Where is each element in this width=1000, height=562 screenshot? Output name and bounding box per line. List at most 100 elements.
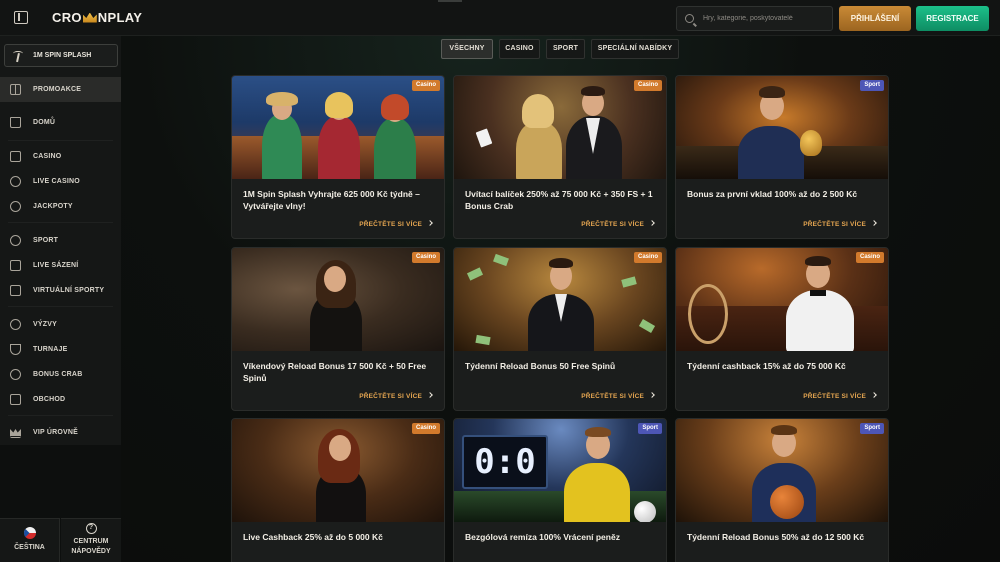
promo-card[interactable]: Casino 1M Spin Splash Vyhrajte 625 000 K… [231, 75, 445, 239]
header-indicator [438, 0, 462, 2]
spade-icon [10, 176, 21, 187]
filter-casino[interactable]: CASINO [499, 39, 540, 59]
sidebar-item-turnaje[interactable]: TURNAJE [0, 337, 121, 362]
read-more-label: PŘEČTĚTE SI VÍCE [359, 393, 422, 400]
promo-card[interactable]: 0:0 Sport Bezgólová remíza 100% Vrácení … [453, 418, 667, 562]
promo-card[interactable]: Sport Týdenní Reload Bonus 50% až do 12 … [675, 418, 889, 562]
sidebar-item-label: VIP ÚROVNĚ [33, 429, 79, 436]
read-more-link[interactable]: PŘEČTĚTE SI VÍCE [803, 220, 877, 228]
read-more-label: PŘEČTĚTE SI VÍCE [581, 393, 644, 400]
promo-image [454, 248, 666, 351]
read-more-link[interactable]: PŘEČTĚTE SI VÍCE [581, 392, 655, 400]
crab-icon [10, 369, 21, 380]
read-more-link[interactable]: PŘEČTĚTE SI VÍCE [359, 220, 433, 228]
category-badge: Sport [638, 423, 662, 434]
promo-card[interactable]: Casino Uvítací balíček 250% až 75 000 Kč… [453, 75, 667, 239]
read-more-label: PŘEČTĚTE SI VÍCE [803, 221, 866, 228]
sidebar-item-sport[interactable]: SPORT [0, 228, 121, 253]
filter-special-offers[interactable]: SPECIÁLNÍ NABÍDKY [591, 39, 679, 59]
category-badge: Casino [411, 252, 440, 263]
filter-sport[interactable]: SPORT [546, 39, 585, 59]
language-label: ČEŠTINA [14, 544, 45, 551]
category-badge: Casino [633, 252, 662, 263]
promo-image [676, 76, 888, 179]
sidebar-item-vyzvy[interactable]: VÝZVY [0, 312, 121, 337]
promo-image [232, 76, 444, 179]
palm-tree-icon [13, 50, 23, 62]
read-more-link[interactable]: PŘEČTĚTE SI VÍCE [359, 392, 433, 400]
spin-splash-button[interactable]: 1M SPIN SPLASH [4, 44, 118, 67]
promo-title: Víkendový Reload Bonus 17 500 Kč + 50 Fr… [243, 361, 427, 383]
filter-all[interactable]: VŠECHNY [441, 39, 493, 59]
promo-card[interactable]: Casino Týdenní cashback 15% až do 75 000… [675, 247, 889, 411]
top-header: CRO NPLAY PŘIHLÁŠENÍ REGISTRACE [0, 0, 1000, 36]
live-bet-icon [10, 260, 21, 271]
promo-title: Live Cashback 25% až do 5 000 Kč [243, 532, 383, 542]
promo-image [676, 419, 888, 522]
shop-icon [10, 394, 21, 405]
czech-flag-icon [23, 527, 36, 539]
promo-card[interactable]: Casino Víkendový Reload Bonus 17 500 Kč … [231, 247, 445, 411]
sidebar-item-promoakce[interactable]: PROMOAKCE [0, 77, 121, 102]
promo-title: 1M Spin Splash Vyhrajte 625 000 Kč týdně… [243, 189, 420, 211]
divider [8, 415, 113, 416]
search-input[interactable] [703, 15, 823, 22]
search-box[interactable] [676, 6, 833, 31]
sidebar-item-live-casino[interactable]: LIVE CASINO [0, 169, 121, 194]
sidebar-item-label: CASINO [33, 153, 62, 160]
category-badge: Sport [860, 80, 884, 91]
medal-icon [10, 319, 21, 330]
sidebar-item-label: JACKPOTY [33, 203, 73, 210]
gift-icon [10, 84, 21, 95]
sidebar-item-label: PROMOAKCE [33, 86, 82, 93]
promo-title: Týdenní cashback 15% až do 75 000 Kč [687, 361, 846, 371]
chevron-right-icon [427, 392, 433, 398]
promo-title: Bonus za první vklad 100% až do 2 500 Kč [687, 189, 858, 199]
sidebar-item-virtualni-sporty[interactable]: VIRTUÁLNÍ SPORTY [0, 278, 121, 303]
sidebar-item-label: LIVE SÁZENÍ [33, 262, 79, 269]
sidebar-item-vip-urovne[interactable]: VIP ÚROVNĚ [0, 420, 121, 445]
promo-image [232, 248, 444, 351]
read-more-label: PŘEČTĚTE SI VÍCE [581, 221, 644, 228]
read-more-label: PŘEČTĚTE SI VÍCE [359, 221, 422, 228]
promo-image: 0:0 [454, 419, 666, 522]
help-label-line1: CENTRUM [73, 538, 109, 545]
search-icon [685, 14, 694, 23]
language-selector[interactable]: ČEŠTINA [0, 518, 60, 562]
scoreboard: 0:0 [462, 435, 548, 489]
promo-card[interactable]: Casino Týdenní Reload Bonus 50 Free Spin… [453, 247, 667, 411]
promo-card[interactable]: Casino Live Cashback 25% až do 5 000 Kč … [231, 418, 445, 562]
sidebar-item-label: SPORT [33, 237, 59, 244]
logo-text-start: CRO [52, 10, 82, 25]
logo-text-end: NPLAY [97, 10, 143, 25]
promo-image [676, 248, 888, 351]
sidebar-item-domu[interactable]: DOMŮ [0, 110, 121, 135]
chevron-right-icon [427, 220, 433, 226]
promo-image [232, 419, 444, 522]
sidebar-item-label: TURNAJE [33, 346, 68, 353]
register-button[interactable]: REGISTRACE [916, 6, 989, 31]
login-button[interactable]: PŘIHLÁŠENÍ [839, 6, 911, 31]
jackpot-icon [10, 201, 21, 212]
promo-title: Týdenní Reload Bonus 50 Free Spinů [465, 361, 616, 371]
help-center-button[interactable]: ? CENTRUM NÁPOVĚDY [61, 518, 121, 562]
sidebar-item-casino[interactable]: CASINO [0, 144, 121, 169]
category-badge: Casino [855, 252, 884, 263]
sidebar-item-live-sazeni[interactable]: LIVE SÁZENÍ [0, 253, 121, 278]
read-more-link[interactable]: PŘEČTĚTE SI VÍCE [581, 220, 655, 228]
logo[interactable]: CRO NPLAY [52, 10, 142, 25]
category-badge: Casino [633, 80, 662, 91]
sidebar-item-obchod[interactable]: OBCHOD [0, 387, 121, 412]
gamepad-icon [10, 285, 21, 296]
divider [8, 140, 113, 141]
chevron-right-icon [871, 392, 877, 398]
sidebar-item-jackpoty[interactable]: JACKPOTY [0, 194, 121, 219]
read-more-label: PŘEČTĚTE SI VÍCE [803, 393, 866, 400]
sidebar-item-label: VÝZVY [33, 321, 57, 328]
sidebar-toggle-icon[interactable] [14, 11, 28, 24]
sidebar-item-bonus-crab[interactable]: BONUS CRAB [0, 362, 121, 387]
category-badge: Casino [411, 80, 440, 91]
read-more-link[interactable]: PŘEČTĚTE SI VÍCE [803, 392, 877, 400]
spin-splash-label: 1M SPIN SPLASH [33, 52, 92, 59]
promo-card[interactable]: Sport Bonus za první vklad 100% až do 2 … [675, 75, 889, 239]
